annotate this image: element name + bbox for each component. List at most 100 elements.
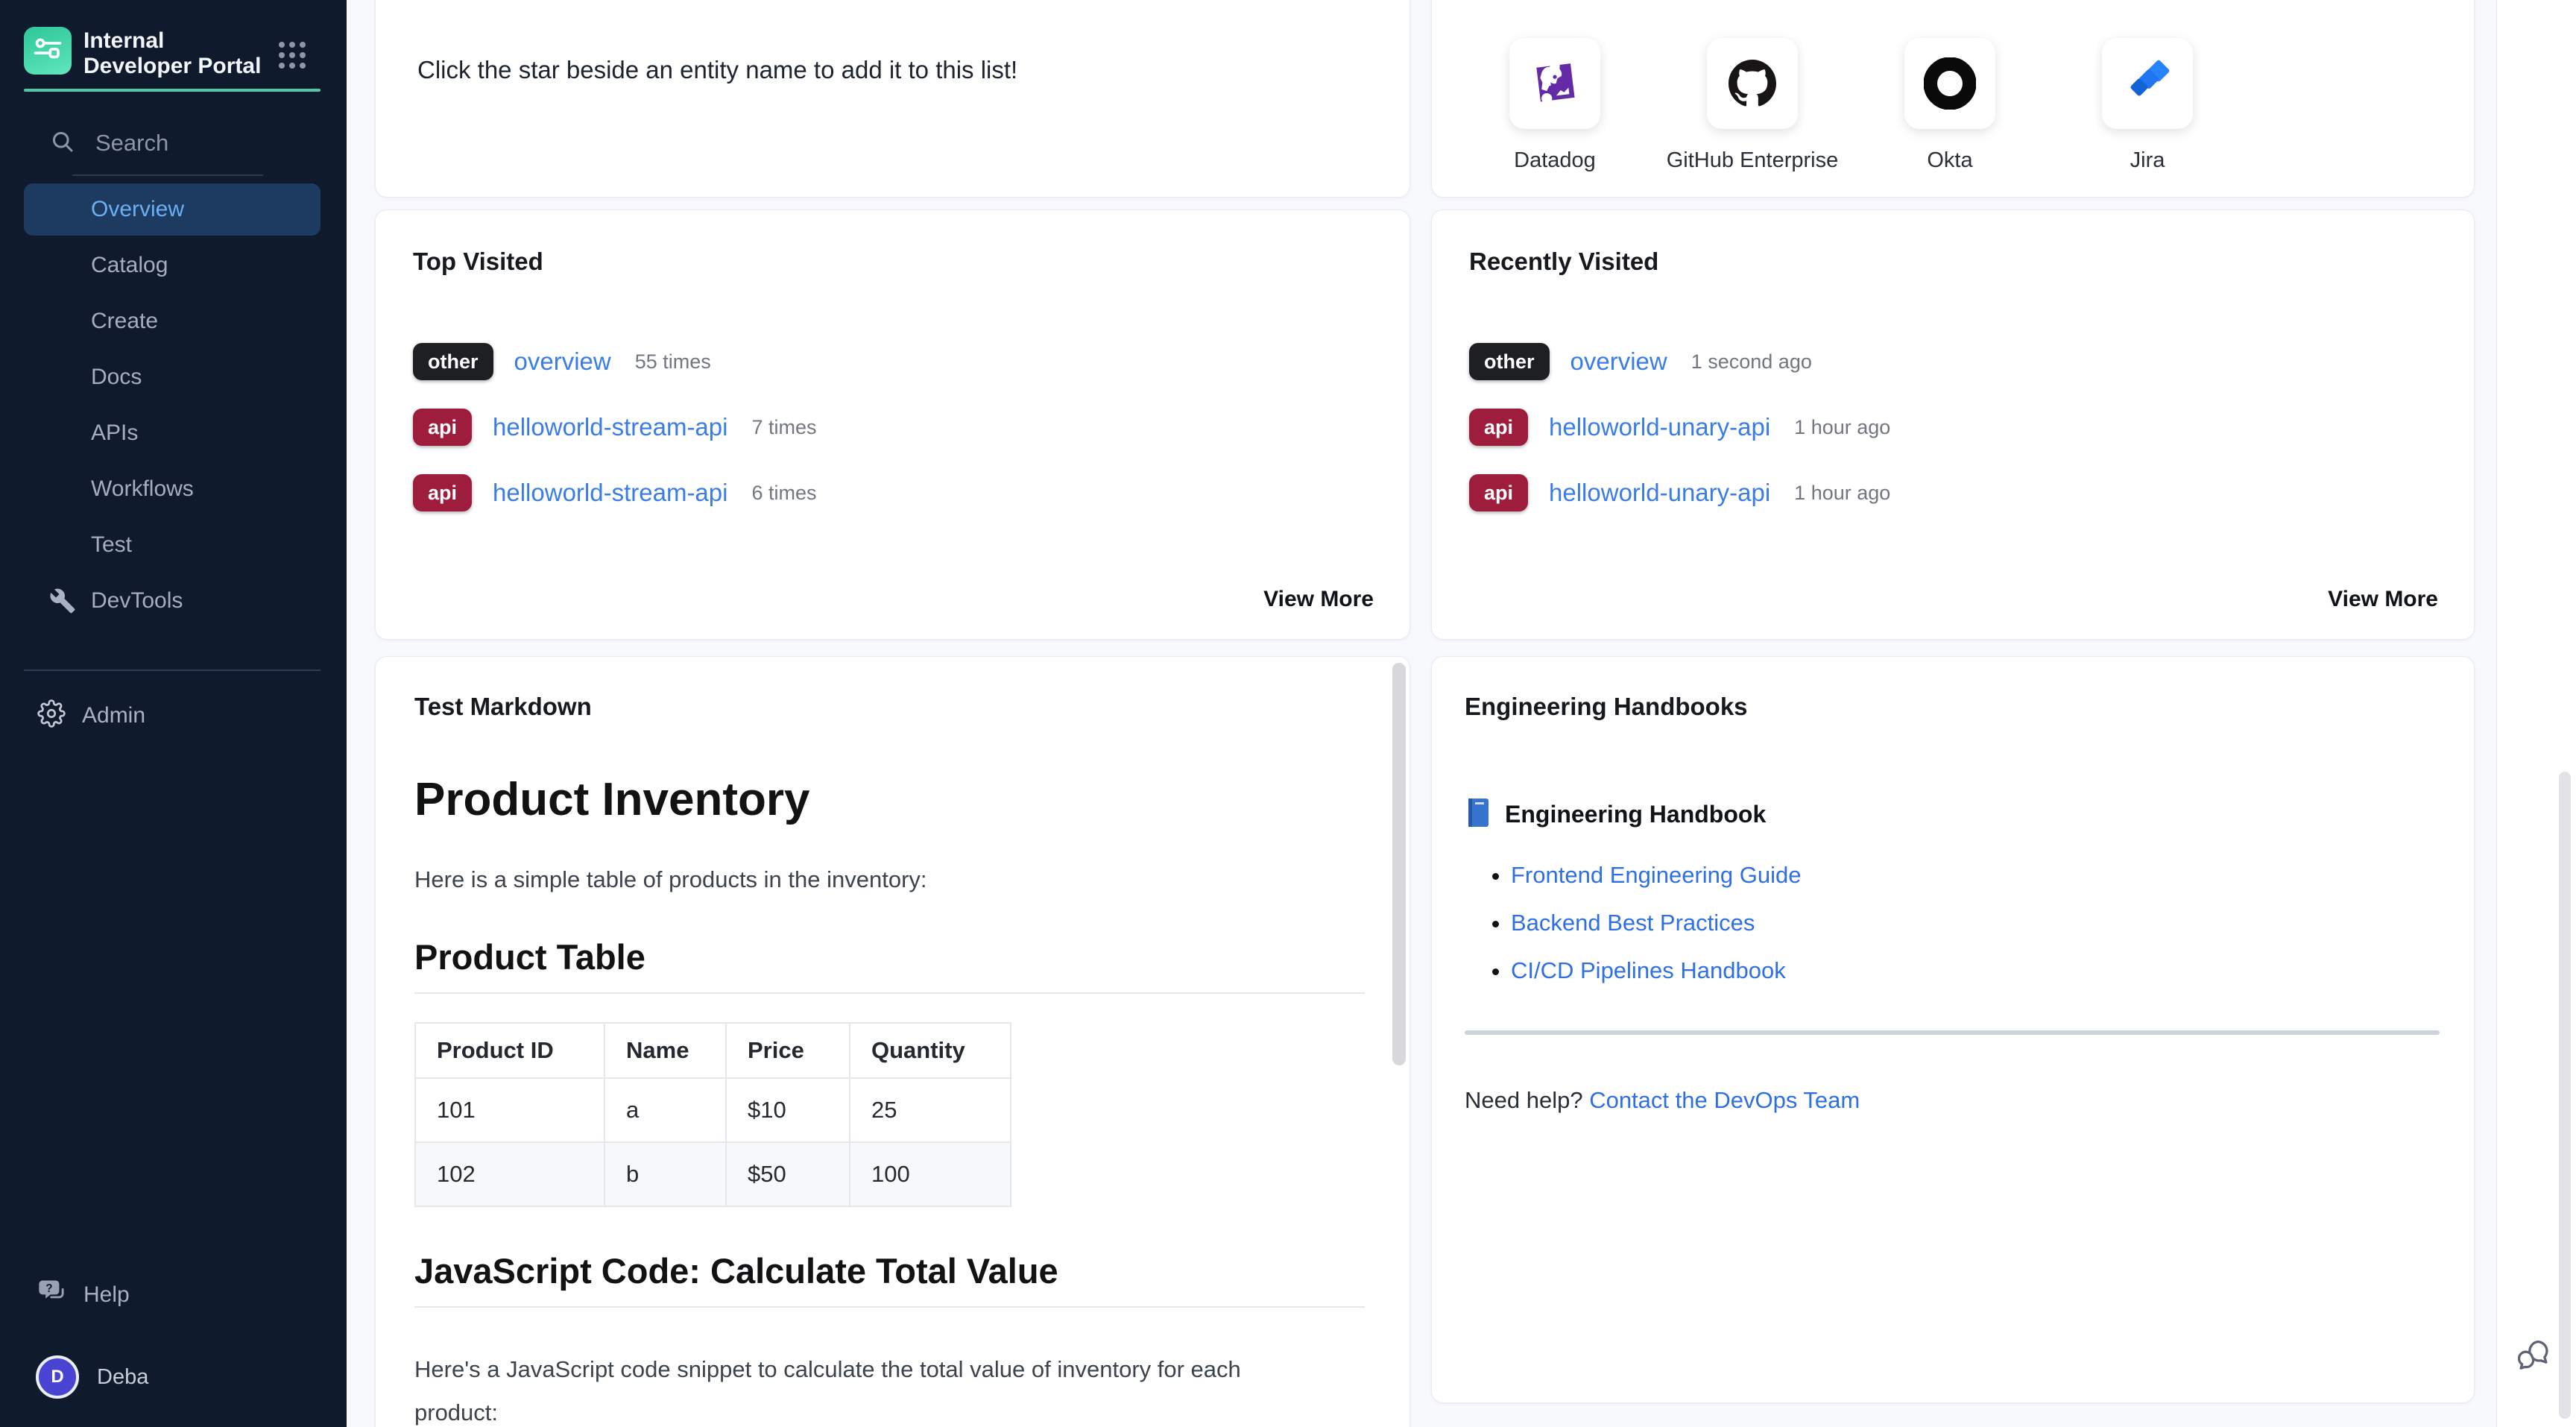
sidebar: Internal Developer Portal Search Overvie… [0,0,347,1427]
table-row: 101 a $10 25 [415,1078,1011,1142]
help-prefix: Need help? [1465,1087,1589,1113]
card-title: Top Visited [413,248,1375,276]
sidebar-item-overview[interactable]: Overview [24,183,321,236]
sidebar-item-apis[interactable]: APIs [24,407,321,459]
product-table: Product ID Name Price Quantity 101 a $10… [414,1022,1011,1207]
visited-row: api helloworld-unary-api 1 hour ago [1469,473,2440,513]
gear-icon [37,699,66,731]
handbook-link-cicd[interactable]: CI/CD Pipelines Handbook [1511,957,1786,983]
visited-row: api helloworld-unary-api 1 hour ago [1469,407,2440,447]
app-grid-icon[interactable] [276,39,309,72]
kind-chip: api [413,474,472,511]
markdown-h2: JavaScript Code: Calculate Total Value [414,1250,1365,1308]
card-title: Test Markdown [414,693,1365,721]
nav-label: Overview [91,197,184,222]
admin-label: Admin [82,703,145,728]
visited-rows: other overview 1 second ago api hellowor… [1469,341,2440,513]
tool-label: Okta [1927,148,1972,173]
chat-widget-button[interactable] [2513,1336,2552,1375]
toolkit-item-github[interactable]: GitHub Enterprise [1707,38,1798,197]
markdown-h2: Product Table [414,936,1365,994]
wrench-icon [49,588,76,614]
table-cell: a [604,1078,726,1142]
nav-label: Catalog [91,253,168,278]
toolkit-item-okta[interactable]: Okta [1904,38,1995,197]
sidebar-item-workflows[interactable]: Workflows [24,463,321,515]
kind-chip: api [413,409,472,446]
test-markdown-card: Test Markdown Product Inventory Here is … [375,656,1410,1427]
visited-row: api helloworld-stream-api 6 times [413,473,1375,513]
entity-link[interactable]: helloworld-unary-api [1549,413,1770,441]
visited-row: other overview 1 second ago [1469,341,2440,382]
card-title: Recently Visited [1469,248,2440,276]
entity-link[interactable]: helloworld-stream-api [493,479,727,507]
table-cell: b [604,1142,726,1206]
app-logo[interactable] [24,27,72,75]
card-scrollbar-thumb[interactable] [1392,663,1406,1065]
github-logo [1707,38,1798,129]
pipeline-logo-icon [31,33,64,69]
sidebar-item-devtools[interactable]: DevTools [24,575,321,627]
view-more-button[interactable]: View More [1263,587,1374,612]
visit-time: 1 hour ago [1794,416,1890,439]
list-item: Backend Best Practices [1511,910,2440,936]
user-name: Deba [97,1365,148,1390]
sidebar-search[interactable]: Search [49,125,168,161]
search-icon [49,128,76,159]
blue-book-icon [1465,797,1490,832]
engineering-handbooks-card: Engineering Handbooks Engineering Handbo… [1431,656,2475,1403]
entity-link[interactable]: helloworld-stream-api [493,413,727,441]
sidebar-item-test[interactable]: Test [24,519,321,571]
entity-link[interactable]: overview [1570,347,1667,376]
tool-label: GitHub Enterprise [1667,148,1839,173]
jira-logo [2102,38,2193,129]
table-cell: $50 [726,1142,850,1206]
view-more-button[interactable]: View More [2328,587,2438,612]
handbook-link-frontend[interactable]: Frontend Engineering Guide [1511,862,1801,888]
sidebar-divider [24,670,321,671]
handbook-section-label: Engineering Handbook [1505,801,1766,828]
entity-link[interactable]: overview [514,347,611,376]
markdown-h1: Product Inventory [414,773,1365,826]
toolkit-card: Datadog GitHub Enterprise Okta [1431,0,2475,198]
tool-label: Datadog [1514,148,1596,173]
sidebar-item-create[interactable]: Create [24,295,321,347]
column-header: Name [604,1023,726,1078]
handbook-links-list: Frontend Engineering Guide Backend Best … [1465,862,2440,984]
entity-link[interactable]: helloworld-unary-api [1549,479,1770,507]
sidebar-item-catalog[interactable]: Catalog [24,239,321,292]
section-divider [1465,1030,2440,1035]
visited-rows: other overview 55 times api helloworld-s… [413,341,1375,513]
toolkit-item-jira[interactable]: Jira [2102,38,2193,197]
visit-count: 55 times [635,350,711,374]
kind-chip: api [1469,409,1528,446]
kind-chip: other [413,343,493,380]
sidebar-user[interactable]: D Deba [36,1355,148,1399]
markdown-paragraph: Here's a JavaScript code snippet to calc… [414,1348,1279,1427]
starred-entities-message: Click the star beside an entity name to … [417,56,1368,84]
sidebar-item-admin[interactable]: Admin [37,699,145,731]
nav-label: Workflows [91,476,194,502]
svg-text:?: ? [45,1282,52,1295]
starred-entities-card: Click the star beside an entity name to … [375,0,1410,198]
visited-row: other overview 55 times [413,341,1375,382]
sidebar-item-docs[interactable]: Docs [24,351,321,403]
nav-label: Docs [91,365,142,390]
search-label: Search [95,130,168,157]
list-item: CI/CD Pipelines Handbook [1511,957,2440,984]
contact-devops-link[interactable]: Contact the DevOps Team [1589,1087,1860,1113]
page-scrollbar-thumb[interactable] [2559,772,2571,1419]
toolkit-item-datadog[interactable]: Datadog [1509,38,1600,197]
help-line: Need help? Contact the DevOps Team [1465,1087,2440,1114]
visit-time: 1 second ago [1691,350,1812,374]
help-chat-icon: ? [37,1278,67,1311]
nav-label: APIs [91,420,138,446]
handbook-section-heading: Engineering Handbook [1465,797,2440,832]
app-window: Internal Developer Portal Search Overvie… [0,0,2576,1427]
sidebar-nav: Overview Catalog Create Docs APIs Workfl… [24,183,321,631]
top-visited-card: Top Visited other overview 55 times api … [375,210,1410,640]
handbook-link-backend[interactable]: Backend Best Practices [1511,910,1755,936]
sidebar-item-help[interactable]: ? Help [37,1278,130,1311]
nav-label: Test [91,532,132,558]
markdown-paragraph: Here is a simple table of products in th… [414,866,1365,893]
